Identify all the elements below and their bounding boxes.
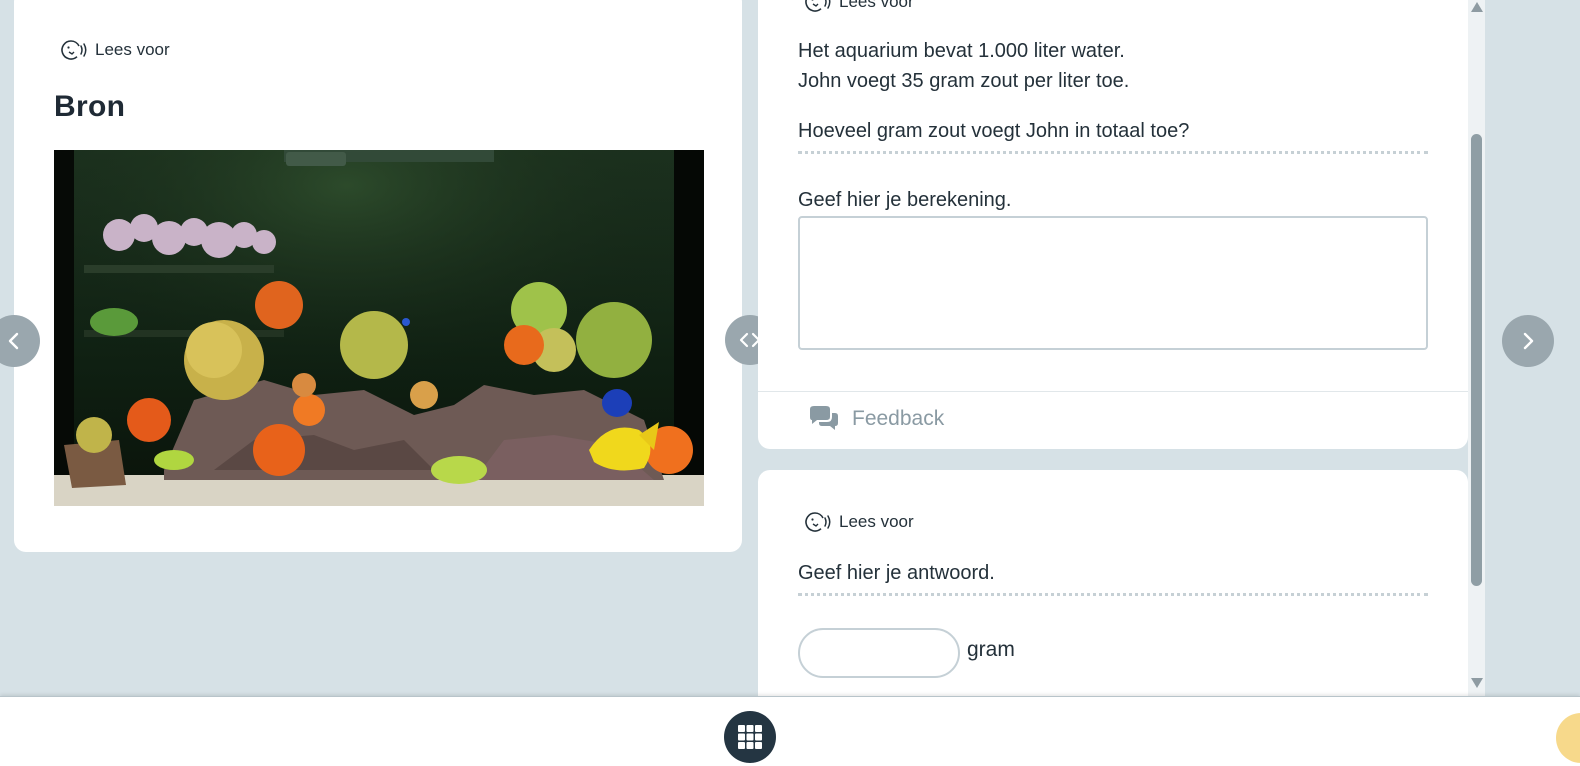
overview-grid-button[interactable] bbox=[724, 711, 776, 763]
question-text-line-2: John voegt 35 gram zout per liter toe. bbox=[798, 70, 1130, 92]
read-aloud-icon bbox=[805, 512, 831, 532]
scroll-thumb[interactable] bbox=[1471, 134, 1482, 586]
feedback-label: Feedback bbox=[852, 407, 945, 430]
scroll-down-arrow[interactable] bbox=[1471, 678, 1483, 688]
question-prompt: Hoeveel gram zout voegt John in totaal t… bbox=[798, 120, 1190, 142]
chevron-right-icon bbox=[1523, 332, 1534, 350]
bottom-toolbar: N bbox=[0, 696, 1580, 766]
next-button[interactable] bbox=[1502, 315, 1554, 367]
divider bbox=[758, 391, 1468, 392]
read-aloud-icon bbox=[805, 0, 831, 12]
question-card-answer: Lees voor Geef hier je antwoord. gram bbox=[758, 470, 1468, 720]
source-title: Bron bbox=[54, 90, 126, 123]
read-aloud-button[interactable]: Lees voor bbox=[803, 510, 914, 534]
scrollbar[interactable] bbox=[1468, 0, 1485, 696]
read-aloud-button[interactable]: Lees voor bbox=[59, 38, 170, 62]
dotted-divider bbox=[798, 593, 1428, 596]
answer-input[interactable] bbox=[798, 628, 960, 678]
calculation-input[interactable] bbox=[798, 216, 1428, 350]
aquarium-illustration bbox=[54, 150, 704, 506]
grid-icon bbox=[738, 725, 762, 749]
feedback-button[interactable]: Feedback bbox=[808, 405, 944, 433]
dotted-divider bbox=[798, 151, 1428, 154]
question-card-calculation: Lees voor Het aquarium bevat 1.000 liter… bbox=[758, 0, 1468, 449]
source-card: Lees voor Bron bbox=[14, 0, 742, 552]
scroll-up-arrow[interactable] bbox=[1471, 2, 1483, 12]
question-text-line-1: Het aquarium bevat 1.000 liter water. bbox=[798, 40, 1125, 62]
aquarium-image bbox=[54, 150, 704, 506]
read-aloud-button[interactable]: Lees voor bbox=[803, 0, 914, 14]
chat-bubbles-icon bbox=[810, 406, 838, 430]
read-aloud-label: Lees voor bbox=[839, 512, 914, 531]
read-aloud-label: Lees voor bbox=[839, 0, 914, 11]
read-aloud-icon bbox=[61, 40, 87, 60]
read-aloud-label: Lees voor bbox=[95, 40, 170, 59]
answer-label: Geef hier je antwoord. bbox=[798, 562, 995, 584]
next-question-button[interactable]: N bbox=[1556, 713, 1580, 763]
answer-unit: gram bbox=[967, 638, 1015, 661]
calculation-label: Geef hier je berekening. bbox=[798, 189, 1012, 211]
chevron-left-icon bbox=[8, 332, 19, 350]
